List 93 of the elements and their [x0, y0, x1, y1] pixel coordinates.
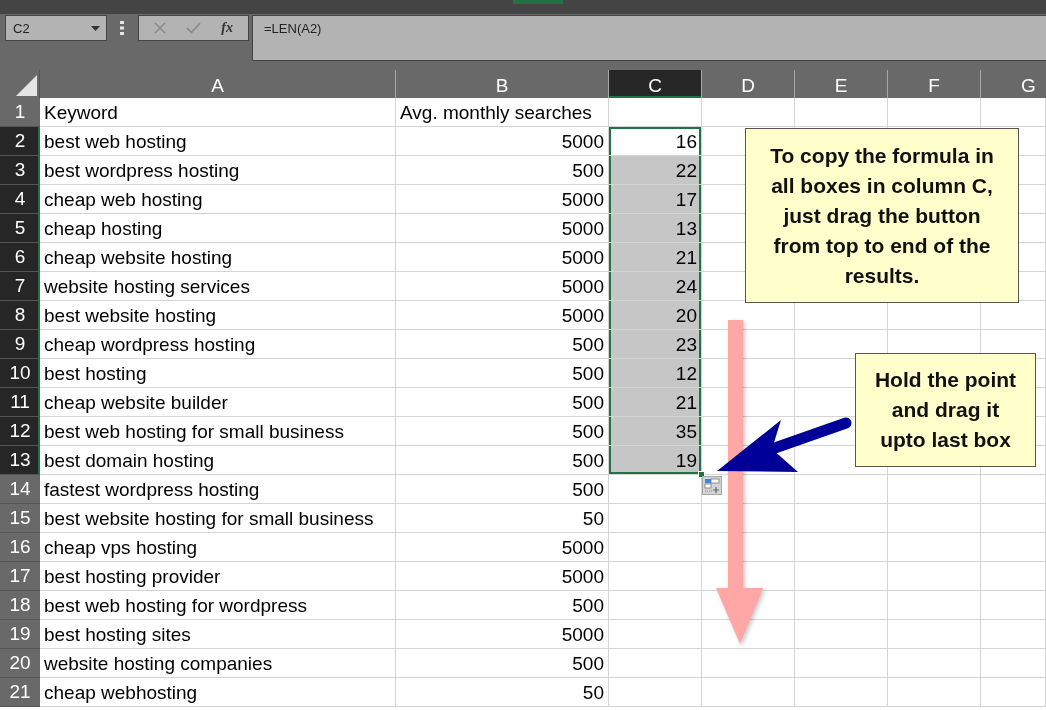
- sheet-cell: 35: [609, 417, 702, 446]
- sheet-cell: Avg. monthly searches: [396, 98, 609, 127]
- row-header[interactable]: 21: [0, 678, 40, 707]
- sheet-cell: 500: [396, 591, 609, 620]
- sheet-cell: 20: [609, 301, 702, 330]
- sheet-cell: best hosting sites: [40, 620, 396, 649]
- sheet-cell: best website hosting for small business: [40, 504, 396, 533]
- sheet-cell: 12: [609, 359, 702, 388]
- sheet-cell: 500: [396, 388, 609, 417]
- active-tab-marker: [513, 0, 563, 4]
- callout-note: To copy the formula in all boxes in column C, just drag the button from top to end of the results.: [745, 128, 1019, 303]
- row-header[interactable]: 6: [0, 243, 40, 272]
- sheet-cell: 5000: [396, 301, 609, 330]
- sheet-cell: best web hosting: [40, 127, 396, 156]
- sheet-cell: 21: [609, 388, 702, 417]
- sheet-cell: 16: [609, 127, 702, 156]
- sheet-cell: cheap website hosting: [40, 243, 396, 272]
- caret-icon: [91, 25, 100, 31]
- sheet-cell: 5000: [396, 620, 609, 649]
- triangle-icon: [16, 75, 37, 96]
- row-header[interactable]: 13: [0, 446, 40, 475]
- row-header[interactable]: 18: [0, 591, 40, 620]
- sheet-cell: best web hosting for small business: [40, 417, 396, 446]
- sheet-cell: 5000: [396, 562, 609, 591]
- column-header[interactable]: E: [795, 70, 888, 98]
- sheet-cell: 23: [609, 330, 702, 359]
- sheet-cell: website hosting services: [40, 272, 396, 301]
- sheet-cell: cheap vps hosting: [40, 533, 396, 562]
- select-all-button[interactable]: [0, 70, 40, 98]
- name-box[interactable]: C2: [5, 15, 107, 41]
- sheet-cell: cheap web hosting: [40, 185, 396, 214]
- close-icon: [153, 22, 166, 34]
- sheet-cell: 5000: [396, 272, 609, 301]
- sheet-cell: 500: [396, 156, 609, 185]
- sheet-cell: cheap hosting: [40, 214, 396, 243]
- column-header[interactable]: A: [40, 70, 396, 98]
- sheet-cell: 500: [396, 446, 609, 475]
- sheet-cell: Keyword: [40, 98, 396, 127]
- row-header[interactable]: 16: [0, 533, 40, 562]
- sheet-cell: 5000: [396, 533, 609, 562]
- callout-note: Hold the point and drag it upto last box: [855, 353, 1036, 467]
- sheet-cell: 50: [396, 504, 609, 533]
- row-header[interactable]: 1: [0, 98, 40, 127]
- sheet-cell: 5000: [396, 127, 609, 156]
- sheet-cell: 500: [396, 649, 609, 678]
- sheet-cell: cheap webhosting: [40, 678, 396, 707]
- sheet-cell: best wordpress hosting: [40, 156, 396, 185]
- sheet-cell: 500: [396, 417, 609, 446]
- sheet-cell: 5000: [396, 185, 609, 214]
- sheet-cell: 500: [396, 475, 609, 504]
- row-header[interactable]: 5: [0, 214, 40, 243]
- sheet-cell: best website hosting: [40, 301, 396, 330]
- sheet-cell: 5000: [396, 243, 609, 272]
- row-header[interactable]: 14: [0, 475, 40, 504]
- sheet-cell: best hosting provider: [40, 562, 396, 591]
- column-header[interactable]: B: [396, 70, 609, 98]
- row-header[interactable]: 17: [0, 562, 40, 591]
- row-header[interactable]: 9: [0, 330, 40, 359]
- sheet-cell: cheap website builder: [40, 388, 396, 417]
- column-header[interactable]: C: [609, 70, 702, 98]
- sheet-cell: fastest wordpress hosting: [40, 475, 396, 504]
- sheet-cell: 5000: [396, 214, 609, 243]
- sheet-cell: best domain hosting: [40, 446, 396, 475]
- row-header[interactable]: 2: [0, 127, 40, 156]
- sheet-cell: 21: [609, 243, 702, 272]
- column-header[interactable]: D: [702, 70, 795, 98]
- sheet-cell: 17: [609, 185, 702, 214]
- row-header[interactable]: 11: [0, 388, 40, 417]
- sheet-cell: website hosting companies: [40, 649, 396, 678]
- column-header[interactable]: G: [981, 70, 1046, 98]
- row-header[interactable]: 3: [0, 156, 40, 185]
- sheet-cell: 22: [609, 156, 702, 185]
- sheet-cell: 500: [396, 359, 609, 388]
- checkmark-icon: [186, 22, 201, 34]
- sheet-cell: 24: [609, 272, 702, 301]
- row-header[interactable]: 7: [0, 272, 40, 301]
- sheet-cell: 13: [609, 214, 702, 243]
- row-header[interactable]: 10: [0, 359, 40, 388]
- quick-analysis-icon[interactable]: [702, 476, 722, 495]
- sheet-cell: cheap wordpress hosting: [40, 330, 396, 359]
- sheet-cell: best web hosting for wordpress: [40, 591, 396, 620]
- column-header[interactable]: F: [888, 70, 981, 98]
- row-header[interactable]: 4: [0, 185, 40, 214]
- sheet-cell: best hosting: [40, 359, 396, 388]
- vertical-dots-icon[interactable]: [120, 21, 124, 35]
- row-header[interactable]: 15: [0, 504, 40, 533]
- sheet-cell: 500: [396, 330, 609, 359]
- row-header[interactable]: 12: [0, 417, 40, 446]
- row-header[interactable]: 8: [0, 301, 40, 330]
- row-header[interactable]: 19: [0, 620, 40, 649]
- formula-input[interactable]: =LEN(A2): [252, 15, 1046, 61]
- row-header[interactable]: 20: [0, 649, 40, 678]
- sheet-cell: 50: [396, 678, 609, 707]
